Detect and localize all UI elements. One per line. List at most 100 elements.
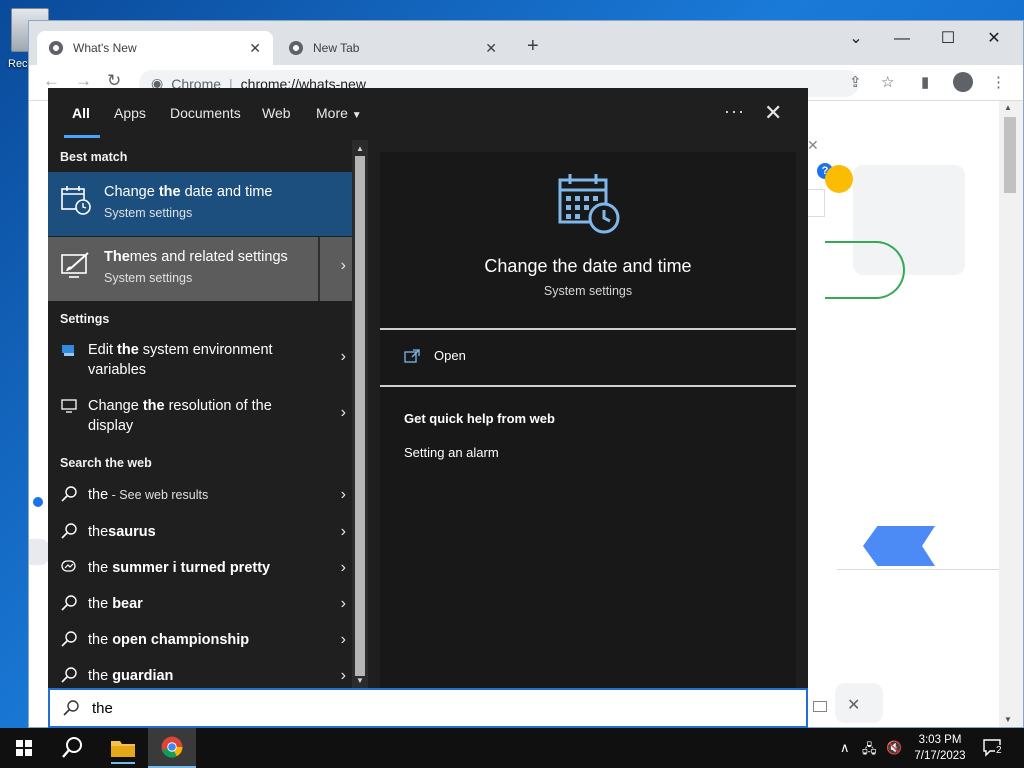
divider — [380, 385, 796, 387]
chevron-right-icon[interactable]: › — [341, 404, 346, 422]
chevron-right-icon[interactable]: › — [341, 667, 346, 685]
start-button[interactable] — [0, 728, 48, 768]
system-clock[interactable]: 3:03 PM 7/17/2023 — [910, 732, 970, 764]
scroll-up-arrow-icon[interactable]: ▲ — [1004, 103, 1012, 112]
windows-search-panel: All Apps Documents Web More ▼ ··· ✕ Best… — [48, 88, 808, 688]
scroll-thumb[interactable] — [1004, 117, 1016, 193]
windows-logo-icon — [16, 740, 32, 756]
web-suggestion-item[interactable]: thesaurus › — [48, 517, 352, 549]
settings-heading: Settings — [60, 312, 110, 326]
tab-label: New Tab — [313, 41, 360, 55]
chevron-right-icon[interactable]: › — [341, 523, 346, 541]
tab-apps[interactable]: Apps — [114, 105, 146, 121]
chrome-favicon-icon — [49, 41, 63, 55]
tab-more[interactable]: More ▼ — [316, 105, 362, 121]
taskbar-search-button[interactable] — [48, 728, 96, 768]
quick-help-heading: Get quick help from web — [404, 411, 555, 426]
dialog-frame — [805, 189, 825, 217]
chrome-favicon-icon — [289, 41, 303, 55]
search-icon — [61, 523, 77, 539]
settings-item-env-variables[interactable]: Edit the system environment variables › — [48, 338, 352, 382]
best-match-item[interactable]: Change the date and time System settings — [48, 172, 352, 236]
web-suggestion-label: the open championship — [88, 632, 250, 648]
notification-count: 2 — [995, 745, 1003, 756]
chevron-right-icon[interactable]: › — [341, 486, 346, 504]
network-icon[interactable]: 🖧 — [862, 740, 877, 762]
settings-item-display-resolution[interactable]: Change the resolution of the display › — [48, 394, 352, 438]
close-window-button[interactable]: ✕ — [971, 25, 1017, 53]
preview-title: Change the date and time — [484, 256, 692, 276]
results-scrollbar[interactable]: ▲ ▼ — [352, 140, 368, 688]
profile-avatar[interactable] — [953, 72, 973, 92]
search-query-text[interactable]: the — [92, 700, 113, 717]
tab-documents[interactable]: Documents — [170, 105, 241, 121]
web-suggestion-item[interactable]: the guardian › — [48, 661, 352, 688]
quick-help-link[interactable]: Setting an alarm — [404, 445, 499, 460]
item-split-divider — [318, 237, 320, 301]
scroll-down-arrow-icon[interactable]: ▼ — [1004, 715, 1012, 724]
tab-label: What's New — [73, 41, 137, 55]
open-label: Open — [434, 348, 466, 363]
themes-result-subtitle: System settings — [104, 271, 193, 285]
results-scroll-thumb[interactable] — [355, 156, 365, 676]
file-explorer-button[interactable] — [100, 728, 146, 768]
new-tab-button[interactable]: + — [527, 35, 539, 58]
search-icon — [61, 667, 77, 683]
scroll-down-arrow-icon[interactable]: ▼ — [356, 676, 364, 685]
chip-close-icon[interactable]: ✕ — [847, 695, 860, 715]
search-input-box[interactable]: the — [48, 688, 808, 728]
web-suggestion-item[interactable]: the bear › — [48, 589, 352, 621]
best-match-heading: Best match — [60, 150, 128, 164]
open-action[interactable]: Open — [404, 348, 466, 363]
calendar-clock-icon — [558, 174, 620, 234]
open-external-icon — [404, 348, 420, 363]
best-match-title: Change the date and time — [104, 184, 273, 200]
chevron-right-icon[interactable]: › — [341, 631, 346, 649]
chrome-taskbar-button[interactable] — [148, 728, 196, 768]
themes-result-item[interactable]: Themes and related settings System setti… — [48, 237, 352, 301]
dialog-close-icon[interactable]: ✕ — [807, 137, 819, 154]
decorative-dot — [33, 497, 43, 507]
chevron-right-icon[interactable]: › — [341, 348, 346, 366]
tab-whats-new[interactable]: What's New ✕ — [37, 31, 273, 65]
tab-all[interactable]: All — [72, 105, 90, 121]
settings-item-label: Edit the system environment variables — [88, 342, 273, 378]
tab-new-tab[interactable]: New Tab ✕ — [277, 31, 509, 65]
chevron-right-icon[interactable]: › — [341, 257, 346, 275]
scroll-up-arrow-icon[interactable]: ▲ — [356, 144, 364, 153]
maximize-button[interactable]: ☐ — [925, 25, 971, 53]
bookmark-star-icon[interactable]: ☆ — [881, 73, 894, 91]
page-scrollbar[interactable]: ▲ ▼ — [999, 101, 1023, 727]
chevron-right-icon[interactable]: › — [341, 559, 346, 577]
minimize-button[interactable]: — — [879, 25, 925, 53]
share-icon[interactable]: ⇪ — [849, 73, 862, 91]
monitor-icon — [61, 399, 77, 413]
decorative-pill — [29, 539, 49, 565]
close-tab-icon[interactable]: ✕ — [485, 40, 497, 57]
decorative-circle — [825, 165, 853, 193]
side-panel-icon[interactable]: ▮ — [921, 73, 929, 91]
web-suggestion-item[interactable]: the summer i turned pretty › — [48, 553, 352, 585]
close-tab-icon[interactable]: ✕ — [249, 40, 261, 57]
web-suggestion-item[interactable]: the - See web results › — [48, 480, 352, 512]
web-suggestion-label: the summer i turned pretty — [88, 560, 271, 576]
web-suggestion-label: the guardian — [88, 668, 174, 684]
divider — [837, 569, 999, 570]
web-suggestion-label: the bear — [88, 596, 143, 612]
web-suggestion-item[interactable]: the open championship › — [48, 625, 352, 657]
volume-muted-icon[interactable]: 🔇 — [886, 740, 902, 756]
action-center-button[interactable]: 2 — [982, 738, 1004, 758]
tab-search-button[interactable]: ⌄ — [833, 25, 879, 53]
tab-web[interactable]: Web — [262, 105, 291, 121]
close-search-button[interactable]: ✕ — [764, 100, 782, 126]
web-suggestion-label: the - See web results — [88, 487, 209, 503]
show-hidden-icons-icon[interactable]: ∧ — [840, 740, 850, 756]
search-filter-bar: All Apps Documents Web More ▼ ··· ✕ — [48, 88, 808, 140]
chrome-logo-icon — [161, 736, 183, 758]
settings-item-label: Change the resolution of the display — [88, 398, 272, 434]
chevron-right-icon[interactable]: › — [341, 595, 346, 613]
more-options-icon[interactable]: ··· — [724, 101, 745, 122]
menu-kebab-icon[interactable]: ⋮ — [991, 73, 1006, 91]
chevron-down-icon: ▼ — [351, 110, 362, 121]
search-icon — [61, 486, 77, 502]
